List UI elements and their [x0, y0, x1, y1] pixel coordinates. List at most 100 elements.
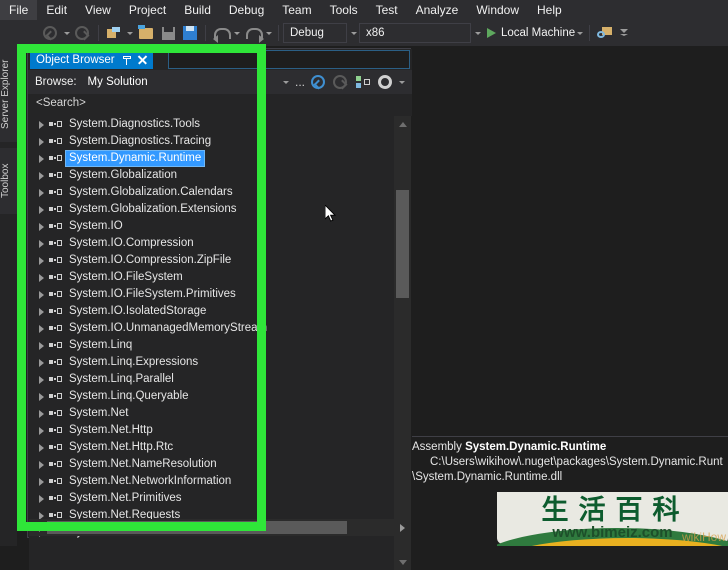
expand-chevron-icon[interactable]	[37, 269, 46, 286]
scroll-thumb[interactable]	[396, 190, 409, 298]
namespace-tree[interactable]: System.Diagnostics.ToolsSystem.Diagnosti…	[29, 116, 411, 570]
expand-chevron-icon[interactable]	[37, 167, 46, 184]
tree-row[interactable]: System.Linq.Queryable	[29, 388, 411, 405]
tree-row[interactable]: System.IO.UnmanagedMemoryStream	[29, 320, 411, 337]
expand-chevron-icon[interactable]	[37, 320, 46, 337]
gear-caret-icon[interactable]	[396, 71, 408, 93]
scroll-up-icon[interactable]	[394, 116, 411, 132]
scroll-right-icon[interactable]	[395, 519, 411, 536]
search-input[interactable]: <Search>	[36, 97, 86, 109]
expand-chevron-icon[interactable]	[37, 133, 46, 150]
expand-chevron-icon[interactable]	[37, 235, 46, 252]
expand-chevron-icon[interactable]	[37, 303, 46, 320]
redo-icon[interactable]	[242, 22, 264, 44]
expand-chevron-icon[interactable]	[37, 116, 46, 133]
menu-item-build[interactable]: Build	[175, 0, 220, 20]
menu-item-tools[interactable]: Tools	[321, 0, 367, 20]
expand-chevron-icon[interactable]	[37, 201, 46, 218]
expand-chevron-icon[interactable]	[37, 252, 46, 269]
tree-row[interactable]: System.IO	[29, 218, 411, 235]
solution-configuration-combo[interactable]: Debug	[283, 23, 347, 43]
close-icon[interactable]	[136, 53, 149, 67]
tree-row[interactable]: System.IO.Compression	[29, 235, 411, 252]
menu-item-help[interactable]: Help	[528, 0, 571, 20]
gear-icon[interactable]	[374, 71, 396, 93]
dock-tab-server-explorer[interactable]: Server Explorer	[0, 46, 17, 142]
menu-item-project[interactable]: Project	[120, 0, 175, 20]
tree-row[interactable]: System.Net.Primitives	[29, 490, 411, 507]
tab-object-browser[interactable]: Object Browser	[30, 50, 153, 69]
tree-row[interactable]: System.Diagnostics.Tracing	[29, 133, 411, 150]
open-file-icon[interactable]	[135, 22, 157, 44]
tree-row[interactable]: System.Globalization	[29, 167, 411, 184]
tree-row[interactable]: System.Net.Http.Rtc	[29, 439, 411, 456]
undo-icon[interactable]	[210, 22, 232, 44]
tree-horizontal-scrollbar[interactable]	[29, 519, 411, 536]
tree-row[interactable]: System.Linq.Parallel	[29, 371, 411, 388]
hscroll-thumb[interactable]	[47, 521, 347, 534]
menu-item-view[interactable]: View	[76, 0, 120, 20]
solution-configuration-caret-icon[interactable]	[349, 22, 359, 44]
tree-row[interactable]: System.Linq.Expressions	[29, 354, 411, 371]
tree-row[interactable]: System.Net	[29, 405, 411, 422]
new-project-icon[interactable]	[103, 22, 125, 44]
scroll-down-icon[interactable]	[394, 554, 411, 570]
tree-row[interactable]: System.Net.Http	[29, 422, 411, 439]
start-target-caret-icon[interactable]	[575, 22, 585, 44]
start-debug-button[interactable]: Local Machine	[483, 27, 575, 39]
expand-chevron-icon[interactable]	[37, 354, 46, 371]
expand-chevron-icon[interactable]	[37, 184, 46, 201]
browse-scope-caret-icon[interactable]	[280, 71, 292, 93]
browse-scope-value[interactable]: My Solution	[88, 76, 148, 88]
tree-vertical-scrollbar[interactable]	[394, 116, 411, 570]
new-project-caret-icon[interactable]	[125, 22, 135, 44]
expand-chevron-icon[interactable]	[37, 371, 46, 388]
tree-row[interactable]: System.Dynamic.Runtime	[29, 150, 411, 167]
expand-chevron-icon[interactable]	[37, 218, 46, 235]
dock-tab-toolbox[interactable]: Toolbox	[0, 148, 17, 214]
menu-item-window[interactable]: Window	[467, 0, 528, 20]
expand-chevron-icon[interactable]	[37, 150, 46, 167]
undo-caret-icon[interactable]	[232, 22, 242, 44]
menu-item-test[interactable]: Test	[367, 0, 407, 20]
navigate-backward-caret-icon[interactable]	[62, 22, 72, 44]
object-view-icon[interactable]	[352, 71, 374, 93]
solution-platform-combo[interactable]: x86	[359, 23, 471, 43]
tree-row[interactable]: System.IO.FileSystem	[29, 269, 411, 286]
tree-row[interactable]: System.Diagnostics.Tools	[29, 116, 411, 133]
tree-row[interactable]: System.IO.FileSystem.Primitives	[29, 286, 411, 303]
expand-chevron-icon[interactable]	[37, 456, 46, 473]
menu-item-file[interactable]: File	[0, 0, 37, 20]
tree-row[interactable]: System.Net.NameResolution	[29, 456, 411, 473]
menu-item-analyze[interactable]: Analyze	[407, 0, 468, 20]
menu-item-team[interactable]: Team	[273, 0, 320, 20]
redo-caret-icon[interactable]	[264, 22, 274, 44]
save-icon[interactable]	[157, 22, 179, 44]
back-arrow-icon[interactable]	[308, 71, 330, 93]
expand-chevron-icon[interactable]	[37, 473, 46, 490]
tree-row[interactable]: System.IO.Compression.ZipFile	[29, 252, 411, 269]
save-all-icon[interactable]	[179, 22, 201, 44]
menu-item-debug[interactable]: Debug	[220, 0, 273, 20]
pin-icon[interactable]	[121, 53, 133, 67]
browse-ellipsis-button[interactable]: ...	[292, 75, 308, 89]
expand-chevron-icon[interactable]	[37, 405, 46, 422]
tree-row[interactable]: System.Linq	[29, 337, 411, 354]
toolbar-overflow-icon[interactable]	[616, 22, 632, 44]
navigate-backward-icon[interactable]	[40, 22, 62, 44]
scroll-left-icon[interactable]	[29, 519, 45, 536]
menu-item-edit[interactable]: Edit	[37, 0, 76, 20]
attach-to-process-icon[interactable]	[594, 22, 616, 44]
tree-row[interactable]: System.Globalization.Calendars	[29, 184, 411, 201]
tree-row[interactable]: System.Net.NetworkInformation	[29, 473, 411, 490]
expand-chevron-icon[interactable]	[37, 439, 46, 456]
expand-chevron-icon[interactable]	[37, 388, 46, 405]
expand-chevron-icon[interactable]	[37, 422, 46, 439]
navigate-forward-icon[interactable]	[72, 22, 94, 44]
forward-arrow-icon[interactable]	[330, 71, 352, 93]
expand-chevron-icon[interactable]	[37, 337, 46, 354]
expand-chevron-icon[interactable]	[37, 286, 46, 303]
expand-chevron-icon[interactable]	[37, 490, 46, 507]
solution-platform-caret-icon[interactable]	[473, 22, 483, 44]
tree-row[interactable]: System.IO.IsolatedStorage	[29, 303, 411, 320]
